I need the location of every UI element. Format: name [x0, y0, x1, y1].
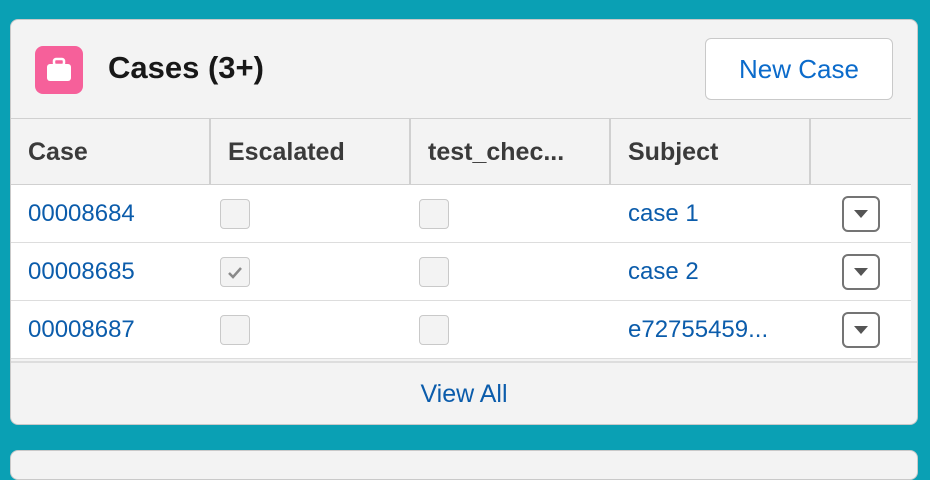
subject-link[interactable]: case 1: [628, 200, 699, 228]
table-row: 00008687 e72755459...: [11, 301, 911, 359]
new-case-button[interactable]: New Case: [705, 38, 893, 100]
case-number-link[interactable]: 00008684: [28, 200, 135, 228]
card-title: Cases (3+): [108, 50, 264, 85]
column-header-test-checkbox[interactable]: test_chec...: [411, 119, 611, 185]
row-actions-button[interactable]: [842, 311, 880, 348]
column-header-subject[interactable]: Subject: [611, 119, 811, 185]
escalated-checkbox: [220, 256, 250, 287]
column-header-case[interactable]: Case: [11, 119, 211, 185]
view-all-link[interactable]: View All: [11, 361, 917, 424]
column-header-actions: [811, 119, 911, 185]
escalated-checkbox: [220, 198, 250, 229]
subject-link[interactable]: e72755459...: [628, 316, 768, 344]
table-row: 00008684 case 1: [11, 185, 911, 243]
subject-link[interactable]: case 2: [628, 258, 699, 286]
row-actions-button[interactable]: [842, 253, 880, 290]
chevron-down-icon: [854, 325, 868, 334]
checkmark-icon: [228, 266, 242, 279]
case-number-link[interactable]: 00008685: [28, 258, 135, 286]
table-header: Case Escalated test_chec... Subject: [11, 118, 911, 185]
test-checkbox: [419, 198, 449, 229]
chevron-down-icon: [854, 209, 868, 218]
escalated-checkbox: [220, 314, 250, 345]
test-checkbox: [419, 314, 449, 345]
next-card: [10, 450, 918, 480]
case-number-link[interactable]: 00008687: [28, 316, 135, 344]
card-header: Cases (3+) New Case: [11, 20, 917, 118]
cases-related-list-card: Cases (3+) New Case Case Escalated test_…: [10, 19, 918, 425]
column-header-escalated[interactable]: Escalated: [211, 119, 411, 185]
chevron-down-icon: [854, 267, 868, 276]
table-row: 00008685 case 2: [11, 243, 911, 301]
row-actions-button[interactable]: [842, 195, 880, 232]
briefcase-icon: [35, 46, 83, 94]
test-checkbox: [419, 256, 449, 287]
